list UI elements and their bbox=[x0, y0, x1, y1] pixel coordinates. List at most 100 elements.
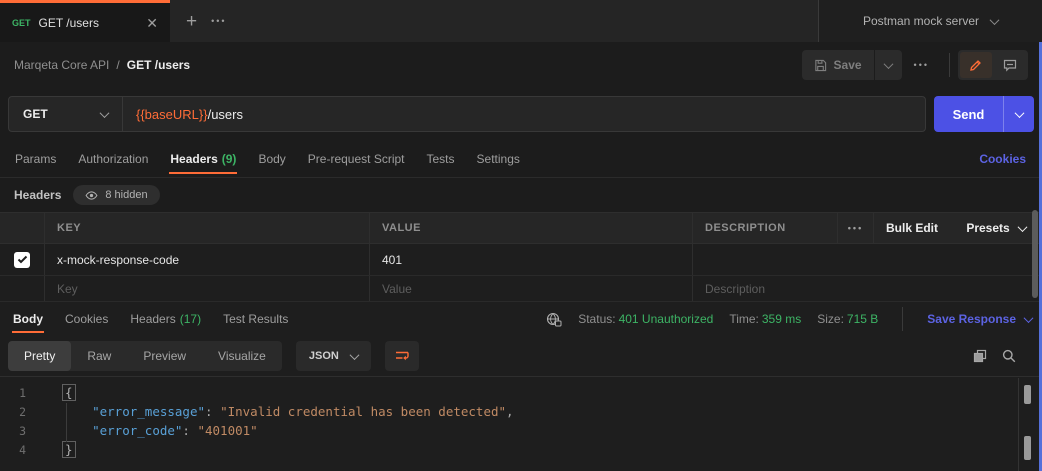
tab-strip: GET GET /users ✕ + ••• Postman mock serv… bbox=[0, 0, 1042, 42]
hidden-headers-toggle[interactable]: 8 hidden bbox=[73, 185, 160, 205]
status-badge: Status: 401 Unauthorized bbox=[578, 312, 714, 326]
headers-table-head: KEY VALUE DESCRIPTION ••• Bulk Edit Pres… bbox=[0, 212, 1042, 244]
chevron-down-icon bbox=[1023, 312, 1034, 323]
url-input[interactable]: {{baseURL}}/users bbox=[123, 97, 256, 131]
presets-dropdown[interactable]: Presets bbox=[950, 213, 1042, 243]
column-value: VALUE bbox=[370, 213, 693, 243]
request-url-row: GET {{baseURL}}/users Send bbox=[0, 88, 1042, 140]
close-tab-icon[interactable]: ✕ bbox=[146, 16, 158, 30]
response-toolbar: Pretty Raw Preview Visualize JSON bbox=[0, 336, 1042, 376]
view-preview[interactable]: Preview bbox=[127, 341, 202, 371]
comments-button[interactable] bbox=[994, 52, 1026, 78]
code-line: 1{ bbox=[0, 384, 1042, 403]
environment-name: Postman mock server bbox=[862, 14, 980, 28]
search-icon bbox=[1002, 349, 1016, 363]
save-button[interactable]: Save bbox=[802, 50, 874, 80]
wrap-text-icon bbox=[395, 351, 409, 361]
breadcrumb-row: Marqeta Core API / GET /users Save ••• bbox=[0, 42, 1042, 88]
method-select[interactable]: GET bbox=[9, 97, 123, 131]
header-row: x-mock-response-code 401 bbox=[0, 244, 1042, 276]
send-options-button[interactable] bbox=[1004, 96, 1034, 132]
request-tab[interactable]: GET GET /users ✕ bbox=[0, 0, 170, 42]
copy-icon bbox=[973, 349, 987, 363]
send-button-group: Send bbox=[934, 96, 1034, 132]
method-value: GET bbox=[23, 107, 48, 121]
size-badge: Size: 715 B bbox=[817, 312, 879, 326]
divider bbox=[949, 53, 950, 77]
url-variable: {{baseURL}} bbox=[136, 106, 208, 122]
view-switcher: Pretty Raw Preview Visualize bbox=[8, 341, 282, 371]
indent-guide bbox=[66, 403, 67, 442]
cookies-link[interactable]: Cookies bbox=[967, 140, 1038, 177]
url-path: /users bbox=[207, 106, 243, 122]
code-line: 2 "error_message": "Invalid credential h… bbox=[19, 404, 514, 419]
search-button[interactable] bbox=[1002, 349, 1016, 363]
tab-title: GET /users bbox=[38, 15, 99, 30]
panel-scrollbar-thumb[interactable] bbox=[1032, 210, 1038, 298]
code-scrollbar-thumb[interactable] bbox=[1024, 385, 1031, 404]
code-line: 3 "error_code": "401001" bbox=[19, 423, 258, 438]
value-placeholder-cell[interactable]: Value bbox=[370, 276, 693, 301]
divider bbox=[902, 307, 904, 331]
copy-button[interactable] bbox=[973, 349, 987, 363]
view-pretty[interactable]: Pretty bbox=[8, 341, 72, 371]
response-tabs-row: Body Cookies Headers (17) Test Results St… bbox=[0, 302, 1042, 336]
environment-selector[interactable]: Postman mock server bbox=[818, 0, 1042, 42]
tab-more-icon[interactable]: ••• bbox=[211, 16, 226, 26]
chevron-down-icon bbox=[1017, 221, 1028, 232]
pencil-icon bbox=[970, 60, 981, 71]
headers-subhead: Headers 8 hidden bbox=[0, 178, 1042, 212]
wrap-text-button[interactable] bbox=[384, 341, 419, 371]
header-key-cell[interactable]: x-mock-response-code bbox=[45, 244, 370, 275]
column-description: DESCRIPTION bbox=[693, 213, 838, 243]
format-dropdown[interactable]: JSON bbox=[295, 341, 371, 371]
tab-settings[interactable]: Settings bbox=[466, 140, 531, 177]
tab-headers[interactable]: Headers (9) bbox=[159, 140, 247, 177]
chevron-down-icon bbox=[99, 107, 110, 118]
breadcrumb-collection[interactable]: Marqeta Core API bbox=[14, 58, 109, 72]
status-value: 401 Unauthorized bbox=[618, 312, 714, 326]
tab-method-badge: GET bbox=[12, 17, 31, 28]
save-button-group: Save bbox=[801, 50, 902, 80]
chevron-down-icon bbox=[1014, 107, 1024, 118]
response-tab-cookies[interactable]: Cookies bbox=[54, 302, 119, 336]
tab-body[interactable]: Body bbox=[247, 140, 296, 177]
request-more-actions-icon[interactable]: ••• bbox=[902, 60, 941, 70]
save-response-button[interactable]: Save Response bbox=[927, 312, 1034, 326]
bulk-edit-button[interactable]: Bulk Edit bbox=[874, 213, 950, 243]
new-tab-icon[interactable]: + bbox=[186, 12, 197, 31]
key-placeholder-cell[interactable]: Key bbox=[45, 276, 370, 301]
send-button[interactable]: Send bbox=[934, 96, 1004, 132]
response-body-viewer[interactable]: 1{2 "error_message": "Invalid credential… bbox=[0, 376, 1042, 471]
response-tab-headers[interactable]: Headers (17) bbox=[119, 302, 212, 336]
table-more-icon[interactable]: ••• bbox=[848, 223, 863, 233]
response-tab-body[interactable]: Body bbox=[2, 302, 54, 336]
response-tab-test-results[interactable]: Test Results bbox=[212, 302, 299, 336]
tab-pre-request-script[interactable]: Pre-request Script bbox=[297, 140, 416, 177]
tab-authorization[interactable]: Authorization bbox=[67, 140, 159, 177]
header-description-cell[interactable] bbox=[693, 244, 1042, 275]
header-value-cell[interactable]: 401 bbox=[370, 244, 693, 275]
tab-tests[interactable]: Tests bbox=[416, 140, 466, 177]
chevron-down-icon bbox=[883, 58, 893, 69]
eye-icon bbox=[85, 190, 98, 200]
url-box: GET {{baseURL}}/users bbox=[8, 96, 926, 132]
save-options-button[interactable] bbox=[873, 50, 902, 80]
tab-params[interactable]: Params bbox=[4, 140, 67, 177]
postman-app: GET GET /users ✕ + ••• Postman mock serv… bbox=[0, 0, 1042, 471]
view-raw[interactable]: Raw bbox=[71, 341, 127, 371]
row-checkbox[interactable] bbox=[14, 251, 30, 268]
comment-icon bbox=[1003, 59, 1017, 72]
divider bbox=[1018, 378, 1019, 471]
size-value: 715 B bbox=[846, 312, 879, 326]
edit-button[interactable] bbox=[960, 52, 992, 78]
header-row-empty: Key Value Description bbox=[0, 276, 1042, 302]
breadcrumb-current: GET /users bbox=[126, 58, 191, 72]
breadcrumb-separator: / bbox=[116, 58, 120, 72]
description-placeholder-cell[interactable]: Description bbox=[693, 276, 1042, 301]
select-all-column bbox=[0, 213, 45, 243]
headers-count: (9) bbox=[221, 151, 237, 166]
view-visualize[interactable]: Visualize bbox=[202, 341, 282, 371]
edit-comment-group bbox=[958, 50, 1028, 80]
code-scrollbar-thumb[interactable] bbox=[1024, 436, 1031, 460]
